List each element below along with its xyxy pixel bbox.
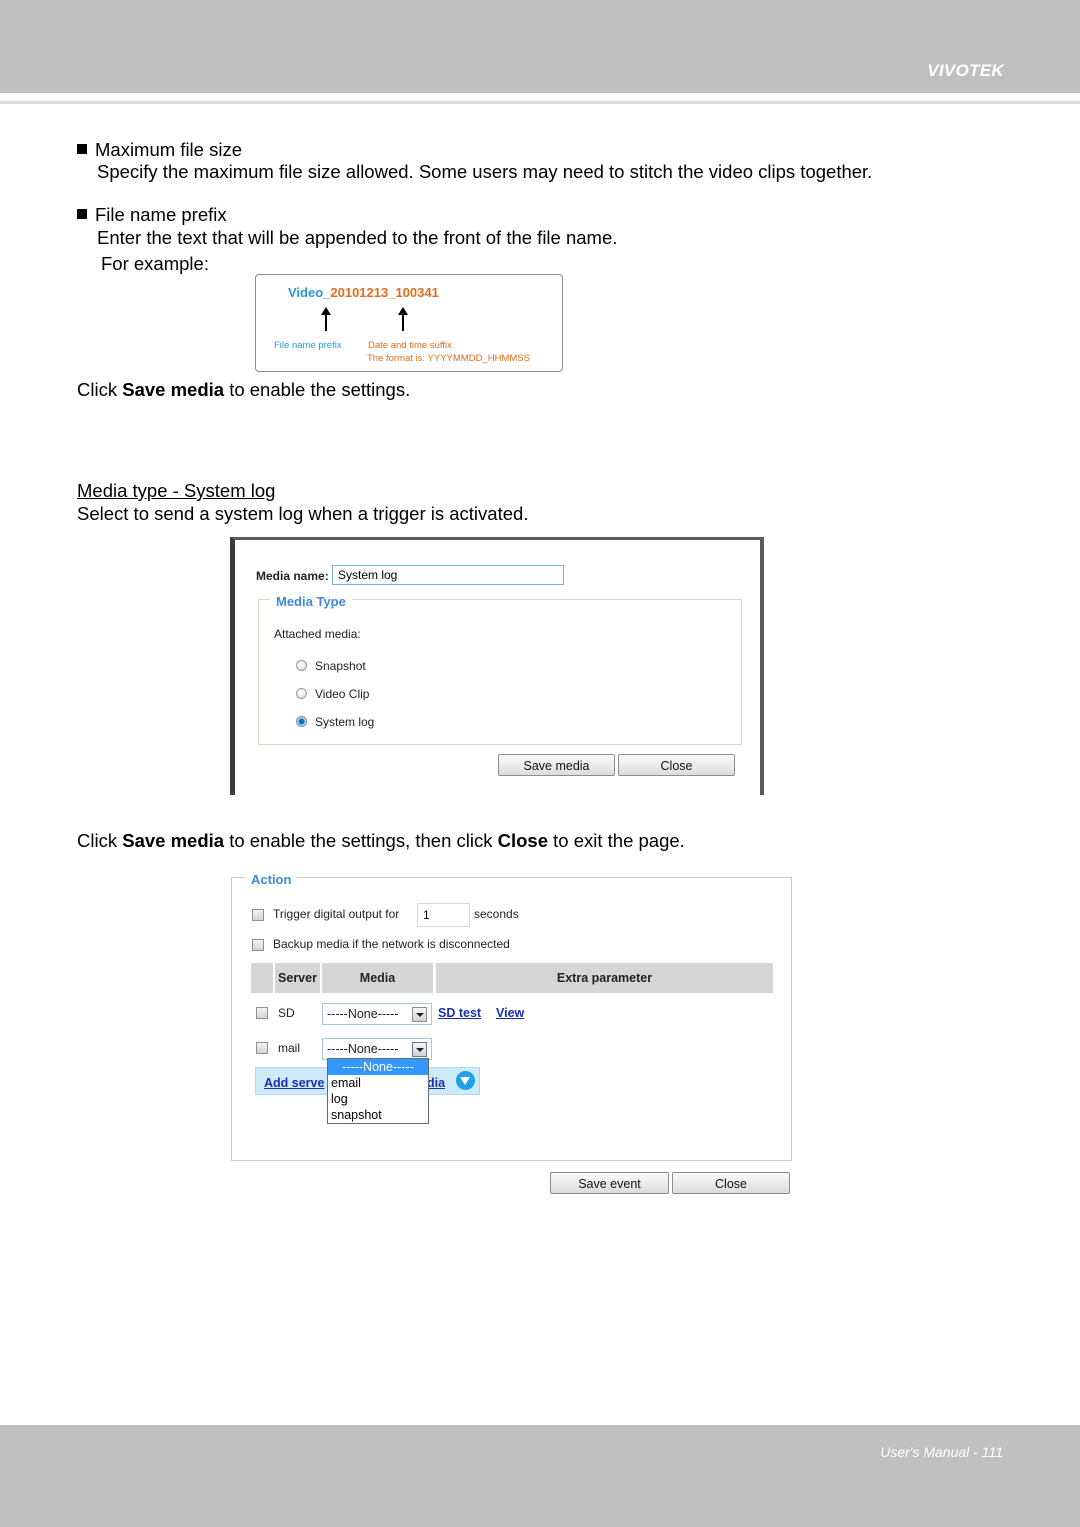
save-event-button[interactable]: Save event [550, 1172, 669, 1194]
add-media-link[interactable]: dia [427, 1076, 445, 1090]
media-type-legend: Media Type [270, 594, 352, 609]
dropdown-option-none[interactable]: -----None----- [328, 1059, 428, 1075]
attached-media-label: Attached media: [274, 627, 361, 641]
dropdown-option-log[interactable]: log [328, 1091, 428, 1107]
media-name-input[interactable] [332, 565, 564, 585]
server-mail-label: mail [278, 1041, 301, 1055]
server-mail-checkbox[interactable] [256, 1042, 268, 1054]
example-label: For example: [101, 253, 209, 274]
media-name-label: Media name: [256, 569, 329, 583]
bullet-icon [77, 209, 87, 219]
example-suffix-label: Date and time suffix [368, 340, 452, 351]
media-dialog-screenshot: Media name: Media Type Attached media: S… [230, 537, 764, 795]
trigger-seconds-input[interactable] [417, 903, 470, 927]
section-body-file-name-prefix: Enter the text that will be appended to … [97, 227, 618, 248]
section-body-max-file-size: Specify the maximum file size allowed. S… [97, 161, 873, 182]
page-footer [0, 1425, 1080, 1527]
bullet-icon [77, 144, 87, 154]
section-title-max-file-size: Maximum file size [77, 139, 242, 161]
save-media-button[interactable]: Save media [498, 754, 615, 776]
radio-button[interactable] [296, 660, 307, 671]
action-close-button[interactable]: Close [672, 1172, 790, 1194]
arrow-up-icon [321, 307, 331, 331]
view-link[interactable]: View [496, 1006, 524, 1020]
page-header [0, 0, 1080, 93]
close-button[interactable]: Close [618, 754, 735, 776]
example-suffix: 20101213_100341 [330, 285, 439, 300]
trigger-output-label: Trigger digital output for [273, 907, 400, 921]
action-legend: Action [245, 872, 298, 887]
example-prefix: Video_ [288, 285, 331, 300]
section-title-file-name-prefix: File name prefix [77, 204, 227, 226]
media-select-sd[interactable]: -----None----- [322, 1003, 432, 1025]
table-header-media: Media [322, 963, 433, 993]
server-sd-checkbox[interactable] [256, 1007, 268, 1019]
table-header-extra-parameter: Extra parameter [436, 963, 773, 993]
table-header-select [251, 963, 273, 993]
example-format-label: The format is: YYYYMMDD_HHMMSS [367, 353, 530, 364]
file-name-example-box: Video_20101213_100341 File name prefix D… [255, 274, 563, 372]
dropdown-option-email[interactable]: email [328, 1075, 428, 1091]
save-close-instruction: Click Save media to enable the settings,… [77, 830, 685, 851]
example-filename: Video_20101213_100341 [288, 284, 439, 302]
brand-logo: VIVOTEK [927, 61, 1004, 80]
sd-test-link[interactable]: SD test [438, 1006, 481, 1020]
chevron-down-icon[interactable] [412, 1007, 427, 1022]
save-media-instruction: Click Save media to enable the settings. [77, 379, 411, 400]
chevron-down-icon[interactable] [412, 1042, 427, 1057]
seconds-label: seconds [474, 907, 519, 921]
server-sd-label: SD [278, 1006, 295, 1020]
system-log-body: Select to send a system log when a trigg… [77, 503, 529, 524]
media-select-mail[interactable]: -----None----- [322, 1038, 432, 1060]
radio-button-checked[interactable] [296, 716, 307, 727]
table-header-server: Server [275, 963, 320, 993]
page-number-label: User's Manual - 111 [880, 1444, 1003, 1460]
backup-media-label: Backup media if the network is disconnec… [273, 937, 510, 951]
expand-down-icon[interactable] [456, 1071, 475, 1090]
example-prefix-label: File name prefix [274, 340, 342, 351]
system-log-heading: Media type - System log [77, 480, 276, 501]
trigger-output-checkbox[interactable] [252, 909, 264, 921]
backup-media-checkbox[interactable] [252, 939, 264, 951]
dropdown-option-snapshot[interactable]: snapshot [328, 1107, 428, 1123]
header-divider [0, 101, 1080, 104]
arrow-up-icon [398, 307, 408, 331]
media-dropdown-list: -----None----- email log snapshot [327, 1058, 429, 1124]
add-server-link[interactable]: Add serve [264, 1076, 324, 1090]
radio-button[interactable] [296, 688, 307, 699]
